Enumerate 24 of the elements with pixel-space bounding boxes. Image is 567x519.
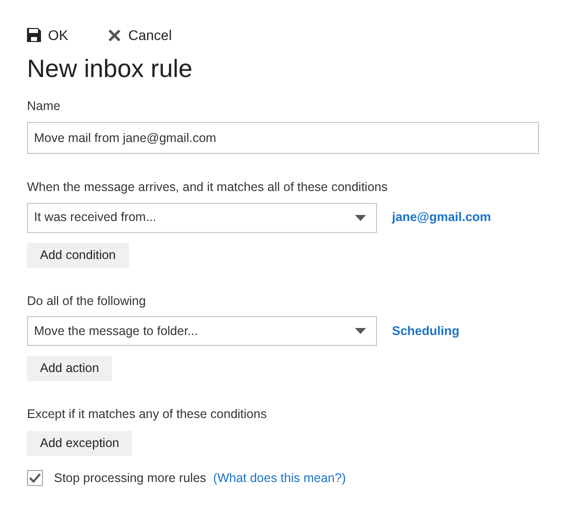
page-title: New inbox rule — [27, 54, 194, 85]
name-field[interactable]: Move mail from jane@gmail.com — [27, 122, 539, 154]
link[interactable]: jane@gmail.com — [392, 208, 492, 227]
checkbox[interactable] — [27, 470, 43, 486]
cancel-button[interactable]: Cancel — [108, 24, 172, 46]
help-link[interactable]: (What does this mean?) — [213, 469, 346, 488]
condition-dropdown[interactable]: Move the message to folder... — [27, 316, 377, 346]
dropdown-value: Move the message to folder... — [34, 322, 198, 340]
caret-icon — [355, 328, 366, 334]
field-label: Name — [27, 98, 62, 115]
add-button[interactable]: Add exception — [27, 431, 132, 456]
checkbox-label: Stop processing more rules — [54, 470, 206, 487]
link[interactable]: Scheduling — [392, 322, 460, 341]
condition-dropdown[interactable]: It was received from... — [27, 202, 377, 232]
ok-button[interactable]: OK — [27, 24, 68, 46]
section-label: Except if it matches any of these conditions — [27, 406, 268, 424]
add-button[interactable]: Add action — [27, 356, 112, 382]
dropdown-value: It was received from... — [34, 209, 156, 226]
caret-icon — [355, 214, 366, 220]
section-label: Do all of the following — [27, 292, 147, 310]
close-icon — [108, 28, 122, 42]
add-button[interactable]: Add condition — [27, 242, 129, 268]
save-icon — [27, 28, 41, 42]
section-label: When the message arrives, and it matches all of these conditions — [27, 178, 389, 196]
